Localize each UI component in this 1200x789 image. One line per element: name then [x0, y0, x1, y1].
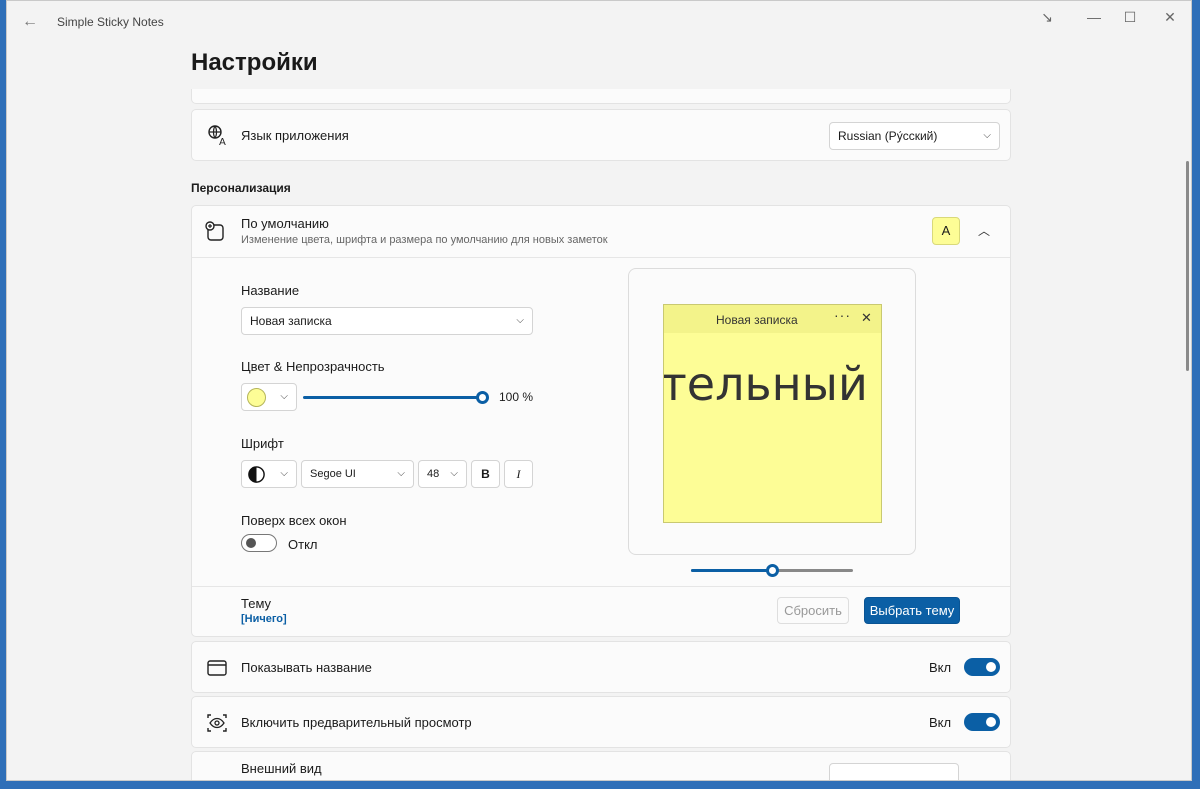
- appearance-card: Внешний вид: [191, 751, 1011, 780]
- color-picker-button[interactable]: ⌵: [241, 383, 297, 411]
- show-title-state: Вкл: [929, 660, 952, 675]
- name-dropdown[interactable]: Новая записка ⌵: [241, 307, 533, 335]
- divider: [192, 586, 1010, 587]
- preview-label: Включить предварительный просмотр: [241, 715, 472, 730]
- chevron-down-icon: ⌵: [983, 130, 991, 141]
- preview-badge: A: [932, 217, 960, 245]
- toggle-knob: [986, 662, 996, 672]
- app-title: Simple Sticky Notes: [57, 15, 164, 29]
- note-text: тельный: [663, 357, 868, 411]
- title-bar: ← Simple Sticky Notes ↘ — ☐ ✕: [7, 1, 1191, 41]
- font-family-dropdown[interactable]: Segoe UI ⌵: [301, 460, 414, 488]
- opacity-slider-thumb[interactable]: [476, 391, 489, 404]
- color-swatch: [247, 388, 266, 407]
- page-title: Настройки: [191, 49, 318, 76]
- note-preview-panel: Новая записка ··· ✕ тельный: [628, 268, 916, 555]
- zoom-slider-thumb[interactable]: [766, 564, 779, 577]
- language-icon: A: [208, 125, 226, 147]
- app-window: ← Simple Sticky Notes ↘ — ☐ ✕ Настройки …: [6, 0, 1192, 781]
- appearance-dropdown[interactable]: [829, 763, 959, 780]
- section-personalization: Персонализация: [191, 181, 291, 195]
- choose-theme-button[interactable]: Выбрать тему: [864, 597, 960, 624]
- back-arrow-icon[interactable]: ←: [19, 11, 41, 33]
- topmost-toggle[interactable]: [241, 534, 277, 552]
- font-size-dropdown[interactable]: 48 ⌵: [418, 460, 467, 488]
- chevron-down-icon: ⌵: [397, 468, 405, 479]
- svg-text:A: A: [219, 137, 226, 147]
- bold-button[interactable]: B: [471, 460, 500, 488]
- chevron-down-icon: ⌵: [280, 468, 288, 479]
- show-title-label: Показывать название: [241, 660, 372, 675]
- font-size-value: 48: [427, 468, 440, 480]
- topmost-label: Поверх всех окон: [241, 513, 347, 528]
- language-card: A Язык приложения Russian (Ру́сский) ⌵: [191, 109, 1011, 161]
- show-title-toggle[interactable]: [964, 658, 1000, 676]
- close-icon[interactable]: ✕: [1150, 5, 1190, 29]
- minimize-icon[interactable]: —: [1074, 5, 1114, 29]
- chevron-down-icon: ⌵: [450, 468, 458, 479]
- defaults-title: По умолчанию: [241, 216, 329, 231]
- show-title-card: Показывать название Вкл: [191, 641, 1011, 693]
- chevron-up-icon[interactable]: ︿: [978, 222, 990, 239]
- note-add-icon: [205, 221, 224, 241]
- defaults-header[interactable]: По умолчанию Изменение цвета, шрифта и р…: [192, 206, 1010, 258]
- font-family-value: Segoe UI: [310, 468, 356, 480]
- note-title: Новая записка: [716, 313, 798, 327]
- reset-theme-button[interactable]: Сбросить: [777, 597, 849, 624]
- opacity-value: 100 %: [499, 390, 534, 404]
- zoom-slider[interactable]: [691, 564, 853, 577]
- language-value: Russian (Ру́сский): [838, 129, 938, 143]
- maximize-icon[interactable]: ☐: [1110, 5, 1150, 29]
- topmost-state: Откл: [288, 537, 318, 552]
- opacity-slider[interactable]: [303, 391, 489, 404]
- toggle-knob: [246, 538, 256, 548]
- name-label: Название: [241, 283, 300, 298]
- sticky-note-preview: Новая записка ··· ✕ тельный: [663, 304, 882, 523]
- preview-toggle[interactable]: [964, 713, 1000, 731]
- zoom-slider-fill: [691, 569, 772, 572]
- defaults-card: По умолчанию Изменение цвета, шрифта и р…: [191, 205, 1011, 637]
- language-dropdown[interactable]: Russian (Ру́сский) ⌵: [829, 122, 1000, 150]
- chevron-down-icon: ⌵: [516, 315, 524, 326]
- minimize-to-note-icon[interactable]: ↘: [1027, 5, 1067, 29]
- theme-label: Тему: [241, 596, 272, 611]
- contrast-icon: [248, 466, 265, 483]
- appearance-label: Внешний вид: [241, 761, 322, 776]
- window-title-icon: [207, 660, 227, 676]
- color-label: Цвет & Непрозрачность: [241, 359, 385, 374]
- font-label: Шрифт: [241, 436, 284, 451]
- more-icon: ···: [834, 307, 851, 323]
- font-color-button[interactable]: ⌵: [241, 460, 297, 488]
- defaults-subtitle: Изменение цвета, шрифта и размера по умо…: [241, 234, 608, 246]
- scrollbar[interactable]: [1186, 161, 1189, 371]
- chevron-down-icon: ⌵: [280, 391, 288, 402]
- settings-card-partial: [191, 89, 1011, 104]
- toggle-knob: [986, 717, 996, 727]
- eye-scan-icon: [207, 714, 227, 732]
- note-titlebar: Новая записка ··· ✕: [664, 305, 881, 333]
- preview-state: Вкл: [929, 715, 952, 730]
- close-icon: ✕: [861, 310, 872, 325]
- name-value: Новая записка: [250, 314, 332, 328]
- language-label: Язык приложения: [241, 128, 349, 143]
- preview-card: Включить предварительный просмотр Вкл: [191, 696, 1011, 748]
- italic-button[interactable]: I: [504, 460, 533, 488]
- theme-value: [Ничего]: [241, 613, 287, 625]
